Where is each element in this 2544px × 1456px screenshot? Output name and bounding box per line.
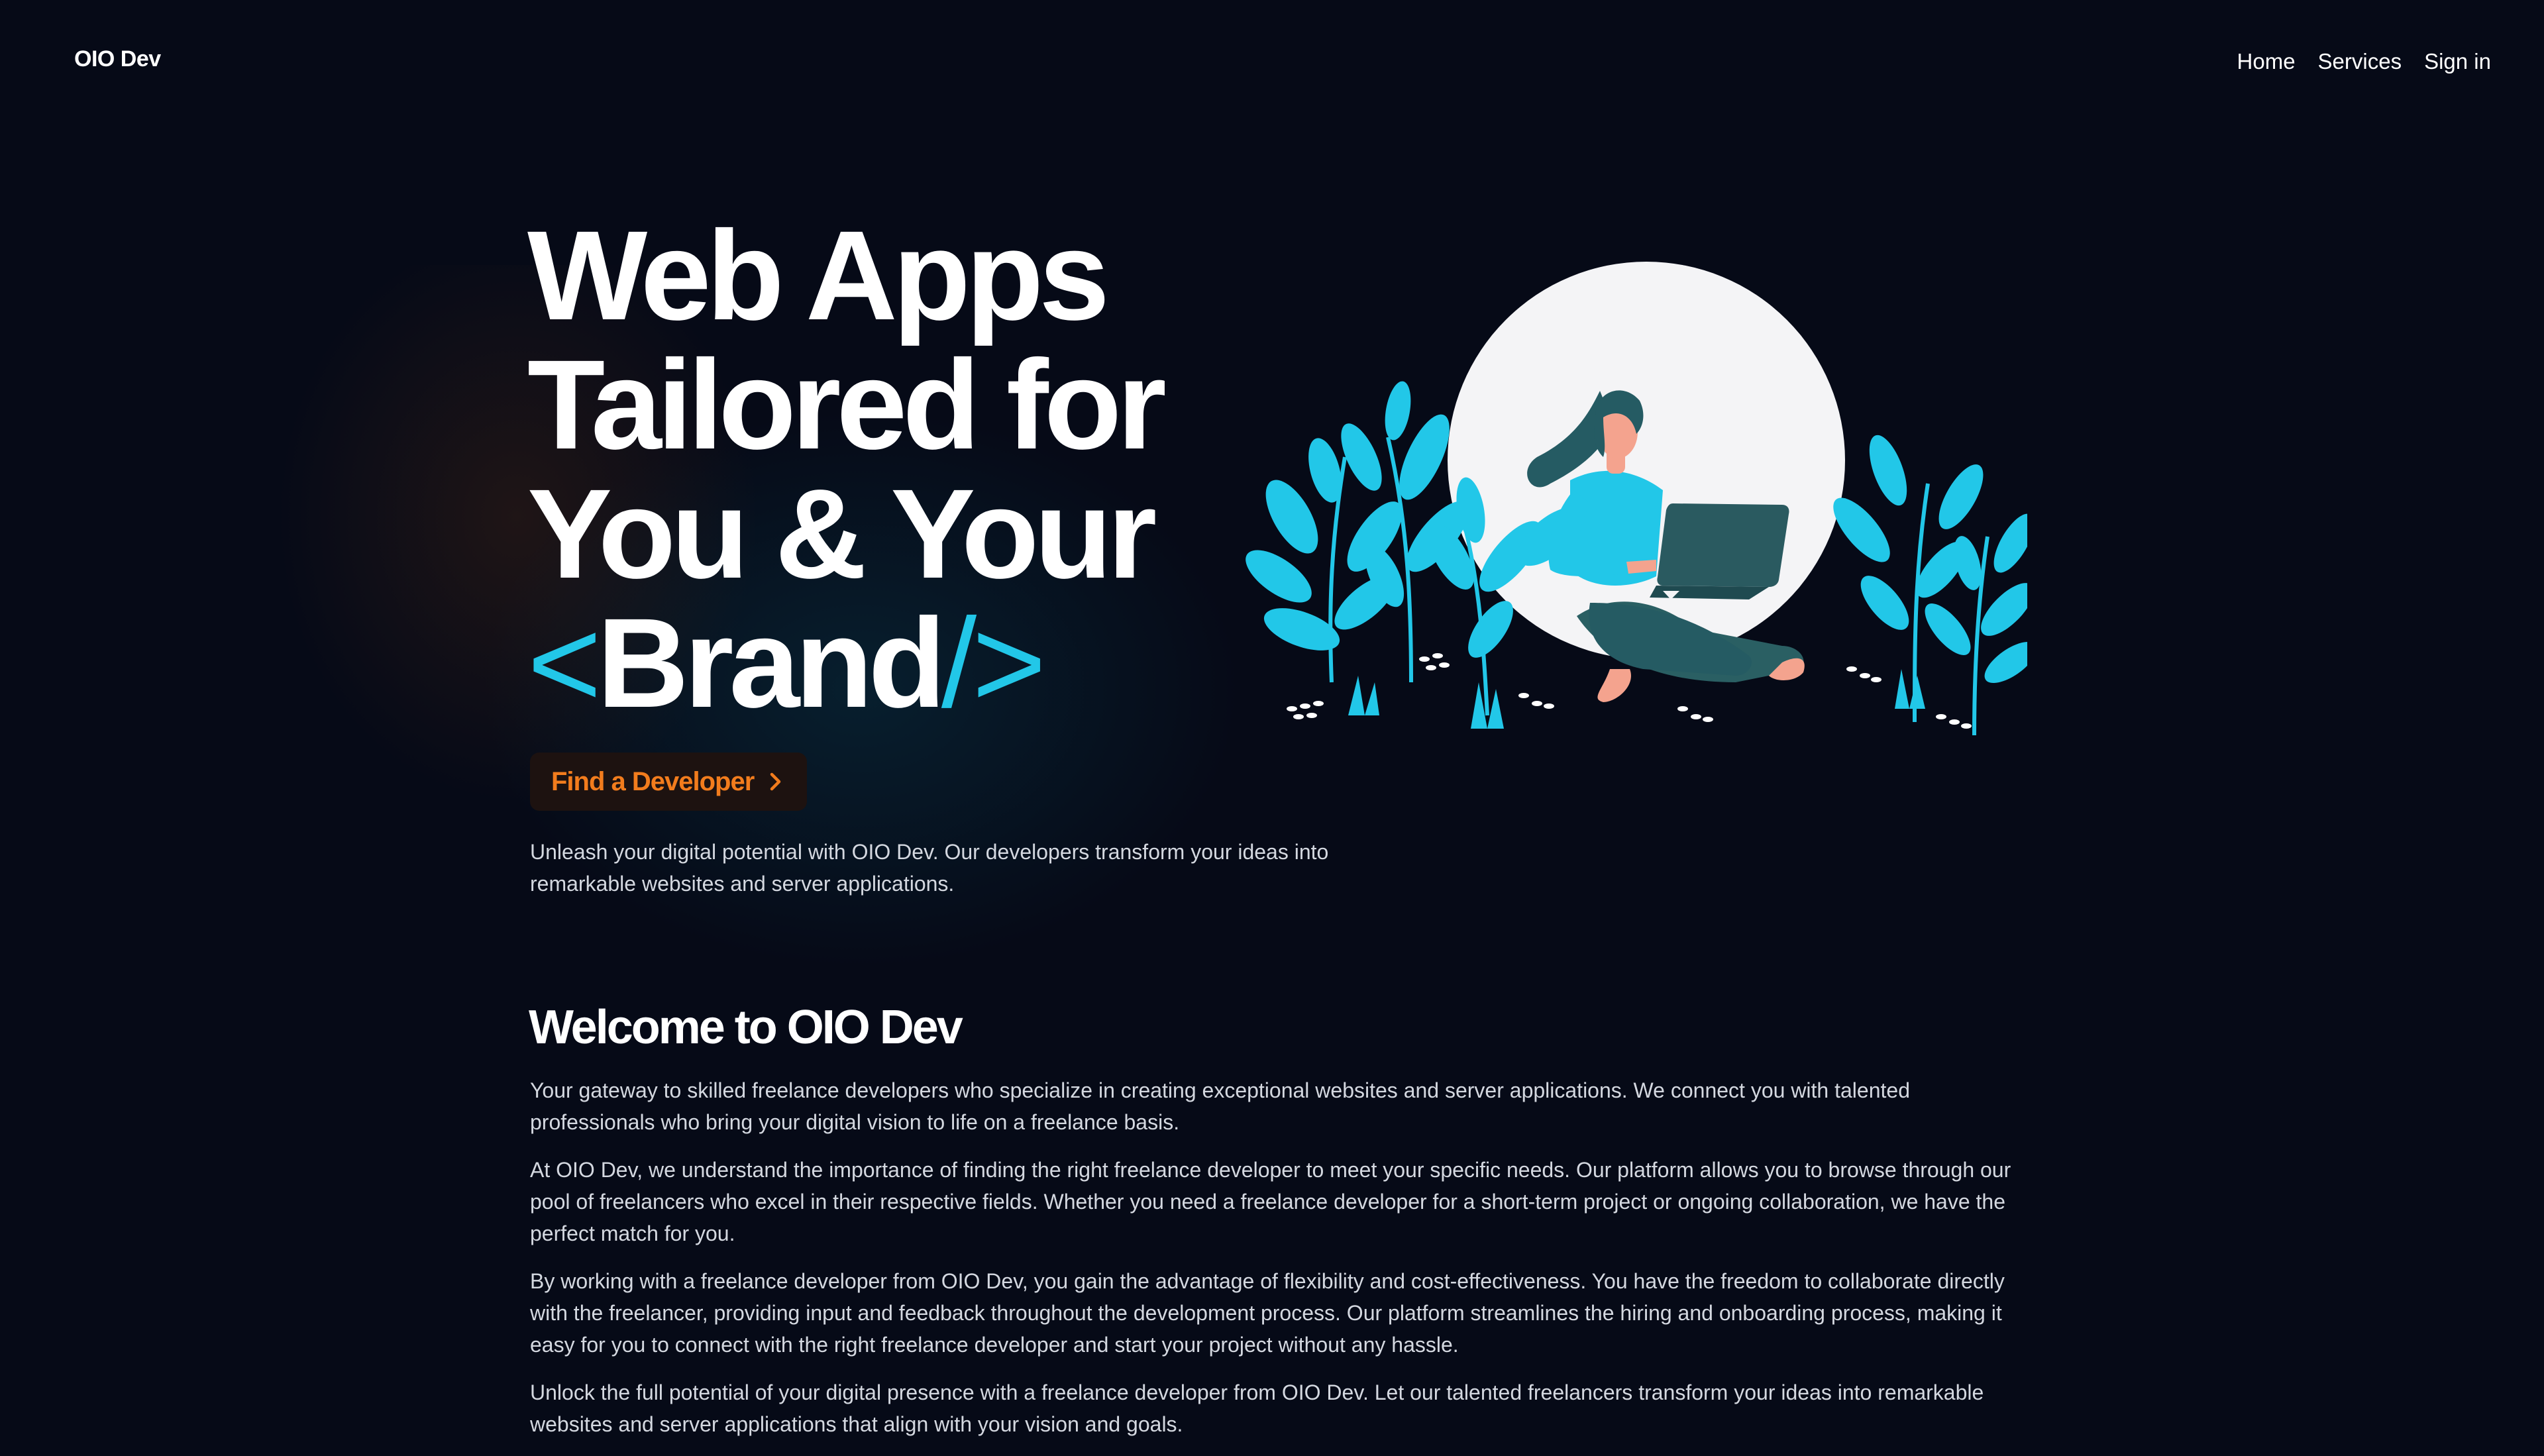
woman-with-laptop-illustration [1246, 262, 2027, 736]
hero-title-brand: Brand [597, 592, 946, 734]
hero-title-open-bracket: < [527, 592, 602, 734]
nav-link-services[interactable]: Services [2318, 49, 2402, 74]
welcome-paragraph: Your gateway to skilled freelance develo… [530, 1078, 1910, 1134]
main-nav: Home Services Sign in [2237, 49, 2491, 74]
top-navigation-bar: OIO Dev Home Services Sign in [0, 0, 2544, 126]
hero-title-line-1: Web Apps [527, 204, 1110, 346]
hero-title-line-4: <Brand/> [527, 598, 1162, 727]
welcome-paragraph: By working with a freelance developer fr… [530, 1269, 2005, 1357]
find-developer-label: Find a Developer [551, 766, 755, 796]
nav-link-sign-in[interactable]: Sign in [2424, 49, 2491, 74]
hero-title: Web Apps Tailored for You & Your <Brand/… [527, 204, 1167, 727]
find-developer-button[interactable]: Find a Developer [530, 753, 807, 811]
site-logo[interactable]: OIO Dev [74, 46, 161, 72]
chevron-right-icon [768, 772, 783, 792]
hero-title-close-bracket: /> [941, 592, 1046, 734]
nav-link-home[interactable]: Home [2237, 49, 2296, 74]
welcome-paragraph: At OIO Dev, we understand the importance… [530, 1158, 2011, 1245]
welcome-heading: Welcome to OIO Dev [529, 1001, 963, 1054]
hero-title-line-3: You & Your [527, 462, 1157, 605]
hero-description: Unleash your digital potential with OIO … [530, 840, 1329, 896]
welcome-body: Your gateway to skilled freelance develo… [530, 1074, 2021, 1456]
hero-title-line-2: Tailored for [527, 333, 1167, 476]
